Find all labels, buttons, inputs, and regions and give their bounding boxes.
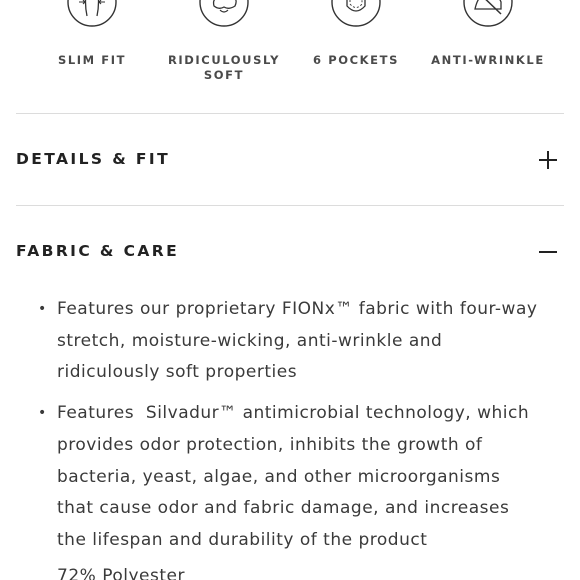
list-item-text: Features Silvadur™ antimicrobial technol… [57,403,535,550]
divider [16,205,564,206]
plus-icon[interactable] [538,150,558,170]
no-iron-icon [462,0,514,28]
cotton-soft-icon [198,0,250,28]
accordion-title: DETAILS & FIT [16,150,171,168]
pocket-icon [330,0,382,28]
list-item: 72% Polyester [57,566,185,580]
fabric-care-content: • Features our proprietary FIONx™ fabric… [38,294,538,566]
minus-icon[interactable] [538,242,558,262]
feature-anti-wrinkle: ANTI-WRINKLE [422,0,554,68]
feature-label: ANTI-WRINKLE [431,53,545,67]
list-item-text: 72% Polyester [57,566,185,580]
bullet-dot: • [38,301,47,317]
list-item: • Features our proprietary FIONx™ fabric… [38,294,538,389]
slim-fit-icon [66,0,118,28]
accordion-title: FABRIC & CARE [16,242,180,260]
feature-label: RIDICULOUSLY SOFT [167,53,281,82]
list-item: • Features Silvadur™ antimicrobial techn… [38,398,538,557]
product-info-page: SLIM FIT RIDICULOUSLY SOFT 6 POCKETS ANT… [0,0,580,580]
feature-6-pockets: 6 POCKETS [290,0,422,68]
feature-slim-fit: SLIM FIT [26,0,158,68]
list-item-text: Features our proprietary FIONx™ fabric w… [57,299,538,383]
feature-label: SLIM FIT [57,53,127,67]
accordion-fabric-care[interactable]: FABRIC & CARE [16,232,564,272]
accordion-details-fit[interactable]: DETAILS & FIT [16,140,564,180]
feature-label: 6 POCKETS [313,53,399,67]
divider [16,113,564,114]
feature-ridiculously-soft: RIDICULOUSLY SOFT [158,0,290,83]
feature-icons-row: SLIM FIT RIDICULOUSLY SOFT 6 POCKETS ANT… [26,0,554,86]
bullet-dot: • [38,405,47,422]
